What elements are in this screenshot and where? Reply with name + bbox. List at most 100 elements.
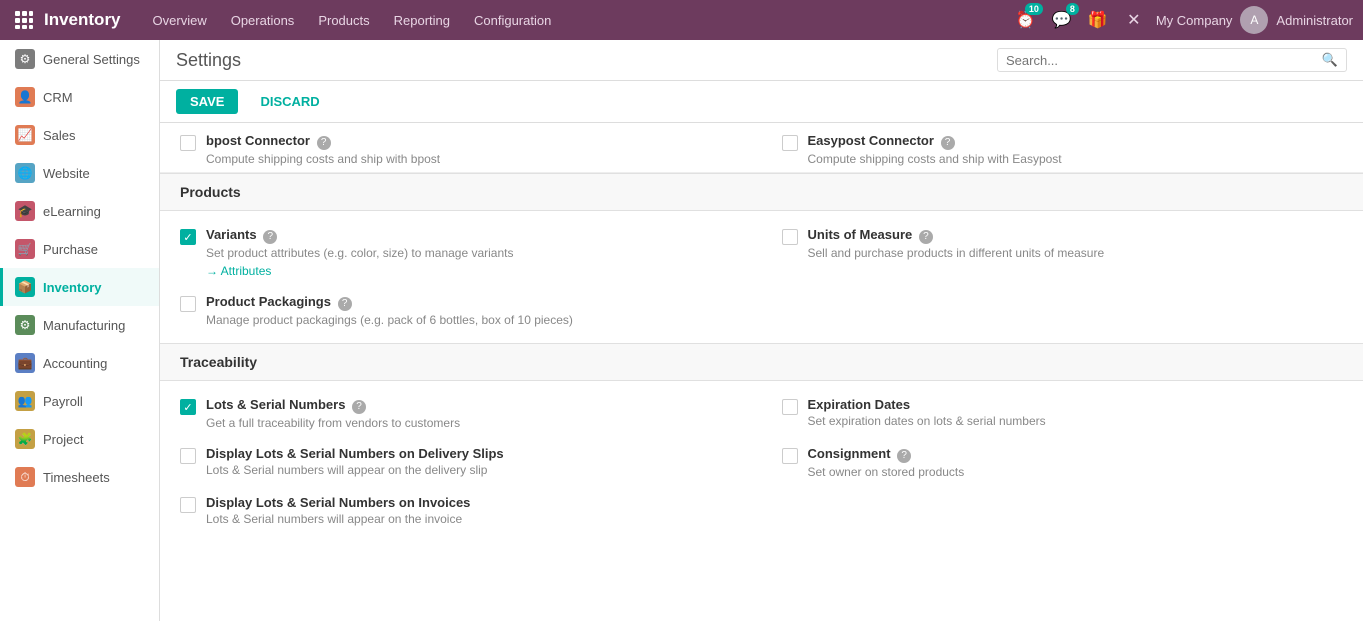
sidebar-label-payroll: Payroll xyxy=(43,394,83,409)
display-lots-invoices-label: Display Lots & Serial Numbers on Invoice… xyxy=(206,495,470,510)
sidebar-item-purchase[interactable]: 🛒 Purchase xyxy=(0,230,159,268)
project-icon: 🧩 xyxy=(15,429,35,449)
lots-serial-help-icon[interactable]: ? xyxy=(352,400,366,414)
sidebar-item-sales[interactable]: 📈Sales xyxy=(0,116,159,154)
nav-reporting[interactable]: Reporting xyxy=(384,9,460,32)
consignment-label: Consignment xyxy=(808,446,891,461)
gift-icon[interactable]: 🎁 xyxy=(1084,6,1112,34)
sidebar-label-timesheets: Timesheets xyxy=(43,470,110,485)
display-lots-delivery-item: Display Lots & Serial Numbers on Deliver… xyxy=(180,446,742,479)
consignment-checkbox[interactable] xyxy=(782,448,798,464)
bpost-help-icon[interactable]: ? xyxy=(317,136,331,150)
nav-products[interactable]: Products xyxy=(308,9,379,32)
packagings-desc: Manage product packagings (e.g. pack of … xyxy=(206,313,573,327)
save-button[interactable]: SAVE xyxy=(176,89,238,114)
page-title: Settings xyxy=(176,50,241,71)
products-section-header: Products xyxy=(160,173,1363,211)
display-lots-invoices-checkbox[interactable] xyxy=(180,497,196,513)
variants-item: Variants ? Set product attributes (e.g. … xyxy=(180,227,742,278)
expiration-desc: Set expiration dates on lots & serial nu… xyxy=(808,414,1046,428)
sidebar-label-website: Website xyxy=(43,166,90,181)
uom-item: Units of Measure ? Sell and purchase pro… xyxy=(782,227,1344,278)
sidebar-item-payroll[interactable]: 👥Payroll xyxy=(0,382,159,420)
discard-button[interactable]: DISCARD xyxy=(246,89,333,114)
easypost-checkbox[interactable] xyxy=(782,135,798,151)
search-input[interactable] xyxy=(1006,53,1322,68)
activity-badge: 10 xyxy=(1025,3,1043,15)
uom-help-icon[interactable]: ? xyxy=(919,230,933,244)
grid-icon[interactable] xyxy=(10,6,38,34)
sidebar-item-project[interactable]: 🧩 Project xyxy=(0,420,159,458)
nav-overview[interactable]: Overview xyxy=(143,9,217,32)
variants-help-icon[interactable]: ? xyxy=(263,230,277,244)
variants-desc: Set product attributes (e.g. color, size… xyxy=(206,246,514,260)
timesheets-icon: ⏱ xyxy=(15,467,35,487)
search-bar: 🔍 xyxy=(997,48,1347,72)
general-settings-icon: ⚙ xyxy=(15,49,35,69)
sidebar-item-elearning[interactable]: 🎓eLearning xyxy=(0,192,159,230)
sidebar-label-project: Project xyxy=(43,432,83,447)
sidebar-label-inventory: Inventory xyxy=(43,280,102,295)
navbar: Inventory Overview Operations Products R… xyxy=(0,0,1363,40)
lots-serial-desc: Get a full traceability from vendors to … xyxy=(206,416,460,430)
sidebar-item-crm[interactable]: 👤CRM xyxy=(0,78,159,116)
partial-connectors-section: bpost Connector ? Compute shipping costs… xyxy=(160,123,1363,173)
sidebar: ⚙General Settings👤CRM📈Sales 🌐 Website 🎓eLea… xyxy=(0,40,160,621)
uom-desc: Sell and purchase products in different … xyxy=(808,246,1105,260)
nav-operations[interactable]: Operations xyxy=(221,9,305,32)
sidebar-label-crm: CRM xyxy=(43,90,73,105)
website-icon: 🌐 xyxy=(15,163,35,183)
display-lots-delivery-checkbox[interactable] xyxy=(180,448,196,464)
uom-label: Units of Measure xyxy=(808,227,913,242)
uom-checkbox[interactable] xyxy=(782,229,798,245)
elearning-icon: 🎓 xyxy=(15,201,35,221)
bpost-desc: Compute shipping costs and ship with bpo… xyxy=(206,152,440,166)
sidebar-item-inventory[interactable]: 📦 Inventory xyxy=(0,268,159,306)
activity-icon[interactable]: ⏰ 10 xyxy=(1012,6,1040,34)
avatar[interactable]: A xyxy=(1240,6,1268,34)
lots-serial-label: Lots & Serial Numbers xyxy=(206,397,345,412)
company-name[interactable]: My Company xyxy=(1156,13,1233,28)
message-icon[interactable]: 💬 8 xyxy=(1048,6,1076,34)
traceability-section-header: Traceability xyxy=(160,343,1363,381)
expiration-checkbox[interactable] xyxy=(782,399,798,415)
admin-name: Administrator xyxy=(1276,13,1353,28)
expiration-item: Expiration Dates Set expiration dates on… xyxy=(782,397,1344,430)
sidebar-label-purchase: Purchase xyxy=(43,242,98,257)
consignment-item: Consignment ? Set owner on stored produc… xyxy=(782,446,1344,479)
packagings-label: Product Packagings xyxy=(206,294,331,309)
consignment-help-icon[interactable]: ? xyxy=(897,449,911,463)
packagings-item: Product Packagings ? Manage product pack… xyxy=(180,294,742,327)
packagings-help-icon[interactable]: ? xyxy=(338,297,352,311)
sidebar-item-accounting[interactable]: 💼Accounting xyxy=(0,344,159,382)
toolbar: SAVE DISCARD xyxy=(160,81,1363,123)
variants-checkbox[interactable] xyxy=(180,229,196,245)
sidebar-label-manufacturing: Manufacturing xyxy=(43,318,125,333)
lots-serial-item: Lots & Serial Numbers ? Get a full trace… xyxy=(180,397,742,430)
purchase-icon: 🛒 xyxy=(15,239,35,259)
app-title: Inventory xyxy=(44,10,121,30)
sidebar-item-manufacturing[interactable]: ⚙ Manufacturing xyxy=(0,306,159,344)
inventory-icon: 📦 xyxy=(15,277,35,297)
bpost-item: bpost Connector ? Compute shipping costs… xyxy=(180,133,742,166)
bpost-label: bpost Connector xyxy=(206,133,310,148)
sidebar-item-website[interactable]: 🌐 Website xyxy=(0,154,159,192)
bpost-checkbox[interactable] xyxy=(180,135,196,151)
variants-label: Variants xyxy=(206,227,257,242)
attributes-link[interactable]: → Attributes xyxy=(206,264,271,278)
sidebar-item-general-settings[interactable]: ⚙General Settings xyxy=(0,40,159,78)
search-icon: 🔍 xyxy=(1322,52,1338,68)
sidebar-item-timesheets[interactable]: ⏱ Timesheets xyxy=(0,458,159,496)
navbar-right: ⏰ 10 💬 8 🎁 ✕ My Company A Administrator xyxy=(1012,6,1353,34)
settings-content: bpost Connector ? Compute shipping costs… xyxy=(160,123,1363,621)
main-content: Settings 🔍 SAVE DISCARD bpost Connector xyxy=(160,40,1363,621)
display-lots-delivery-desc: Lots & Serial numbers will appear on the… xyxy=(206,463,504,477)
consignment-desc: Set owner on stored products xyxy=(808,465,965,479)
products-grid: Variants ? Set product attributes (e.g. … xyxy=(160,211,1363,343)
manufacturing-icon: ⚙ xyxy=(15,315,35,335)
easypost-help-icon[interactable]: ? xyxy=(941,136,955,150)
lots-serial-checkbox[interactable] xyxy=(180,399,196,415)
nav-configuration[interactable]: Configuration xyxy=(464,9,561,32)
packagings-checkbox[interactable] xyxy=(180,296,196,312)
close-icon[interactable]: ✕ xyxy=(1120,6,1148,34)
